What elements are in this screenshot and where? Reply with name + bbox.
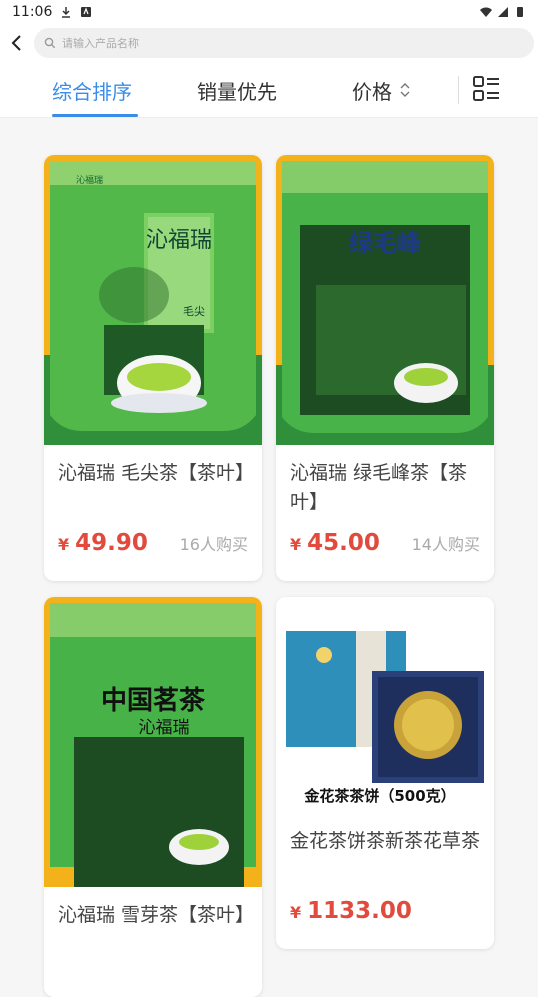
app-notification-icon [81,7,92,17]
active-tab-indicator [52,114,138,117]
layout-toggle-icon[interactable] [472,74,502,104]
tab-label: 销量优先 [197,79,277,104]
download-icon [62,7,71,18]
currency-symbol: ¥ [58,535,70,554]
package-name: 绿毛峰 [349,228,421,257]
price-row: ¥ 49.90 16人购买 [44,530,262,556]
back-button[interactable] [0,24,34,62]
product-title: 金花茶饼茶新茶花草茶 [290,830,481,852]
package-brand: 沁福瑞 [139,718,190,738]
product-price: 49.90 [75,530,148,556]
product-image: 中国茗茶 沁福瑞 [44,597,262,887]
tab-sales[interactable]: 销量优先 [197,62,277,118]
search-icon [44,37,56,49]
tab-label: 综合排序 [52,79,132,104]
search-input[interactable] [62,36,524,50]
status-bar: 11:06 [0,0,538,24]
package-logo: 沁福瑞 [76,174,103,186]
product-image: 沁福瑞 毛尖 沁福瑞 [44,155,262,445]
currency-symbol: ¥ [290,903,302,922]
product-title: 沁福瑞 雪芽茶【茶叶】 [58,904,255,926]
sort-bar: 综合排序 销量优先 价格 [0,62,538,118]
price-row: ¥ 45.00 14人购买 [276,530,494,556]
sort-arrows-icon [400,83,410,97]
divider [458,76,459,104]
package-title: 中国茗茶 [101,686,206,716]
sold-count: 16人购买 [179,535,248,554]
sold-count: 14人购买 [411,535,480,554]
product-card[interactable]: 绿毛峰 沁福瑞 绿毛峰茶【茶叶】 ¥ 45.00 14人购买 [276,155,494,581]
product-title: 沁福瑞 毛尖茶【茶叶】 [58,462,255,484]
tab-label: 价格 [352,79,392,104]
product-price: 1133.00 [307,898,412,924]
product-image: 绿毛峰 [276,155,494,445]
signal-icon [498,7,508,17]
battery-icon [517,7,523,17]
package-name: 毛尖 [183,305,205,318]
product-card[interactable]: 中国茗茶 沁福瑞 沁福瑞 雪芽茶【茶叶】 [44,597,262,997]
currency-symbol: ¥ [290,535,302,554]
status-time: 11:06 [12,4,53,20]
search-header [0,24,538,62]
tab-price[interactable]: 价格 [352,62,412,118]
product-price: 45.00 [307,530,380,556]
product-card[interactable]: 沁福瑞 毛尖 沁福瑞 沁福瑞 毛尖茶【茶叶】 ¥ 49.90 16人购买 [44,155,262,581]
product-title: 沁福瑞 绿毛峰茶【茶叶】 [290,462,468,513]
package-brand: 沁福瑞 [146,228,212,253]
wifi-icon [480,7,492,17]
search-box[interactable] [34,28,534,58]
product-caption: 金花茶茶饼（500克） [303,787,455,805]
product-image: 金花茶茶饼（500克） [276,597,494,813]
chevron-left-icon [11,35,21,51]
price-row: ¥ 1133.00 [276,898,494,924]
product-card[interactable]: 金花茶茶饼（500克） 金花茶饼茶新茶花草茶 ¥ 1133.00 [276,597,494,949]
tab-comprehensive[interactable]: 综合排序 [52,62,132,118]
